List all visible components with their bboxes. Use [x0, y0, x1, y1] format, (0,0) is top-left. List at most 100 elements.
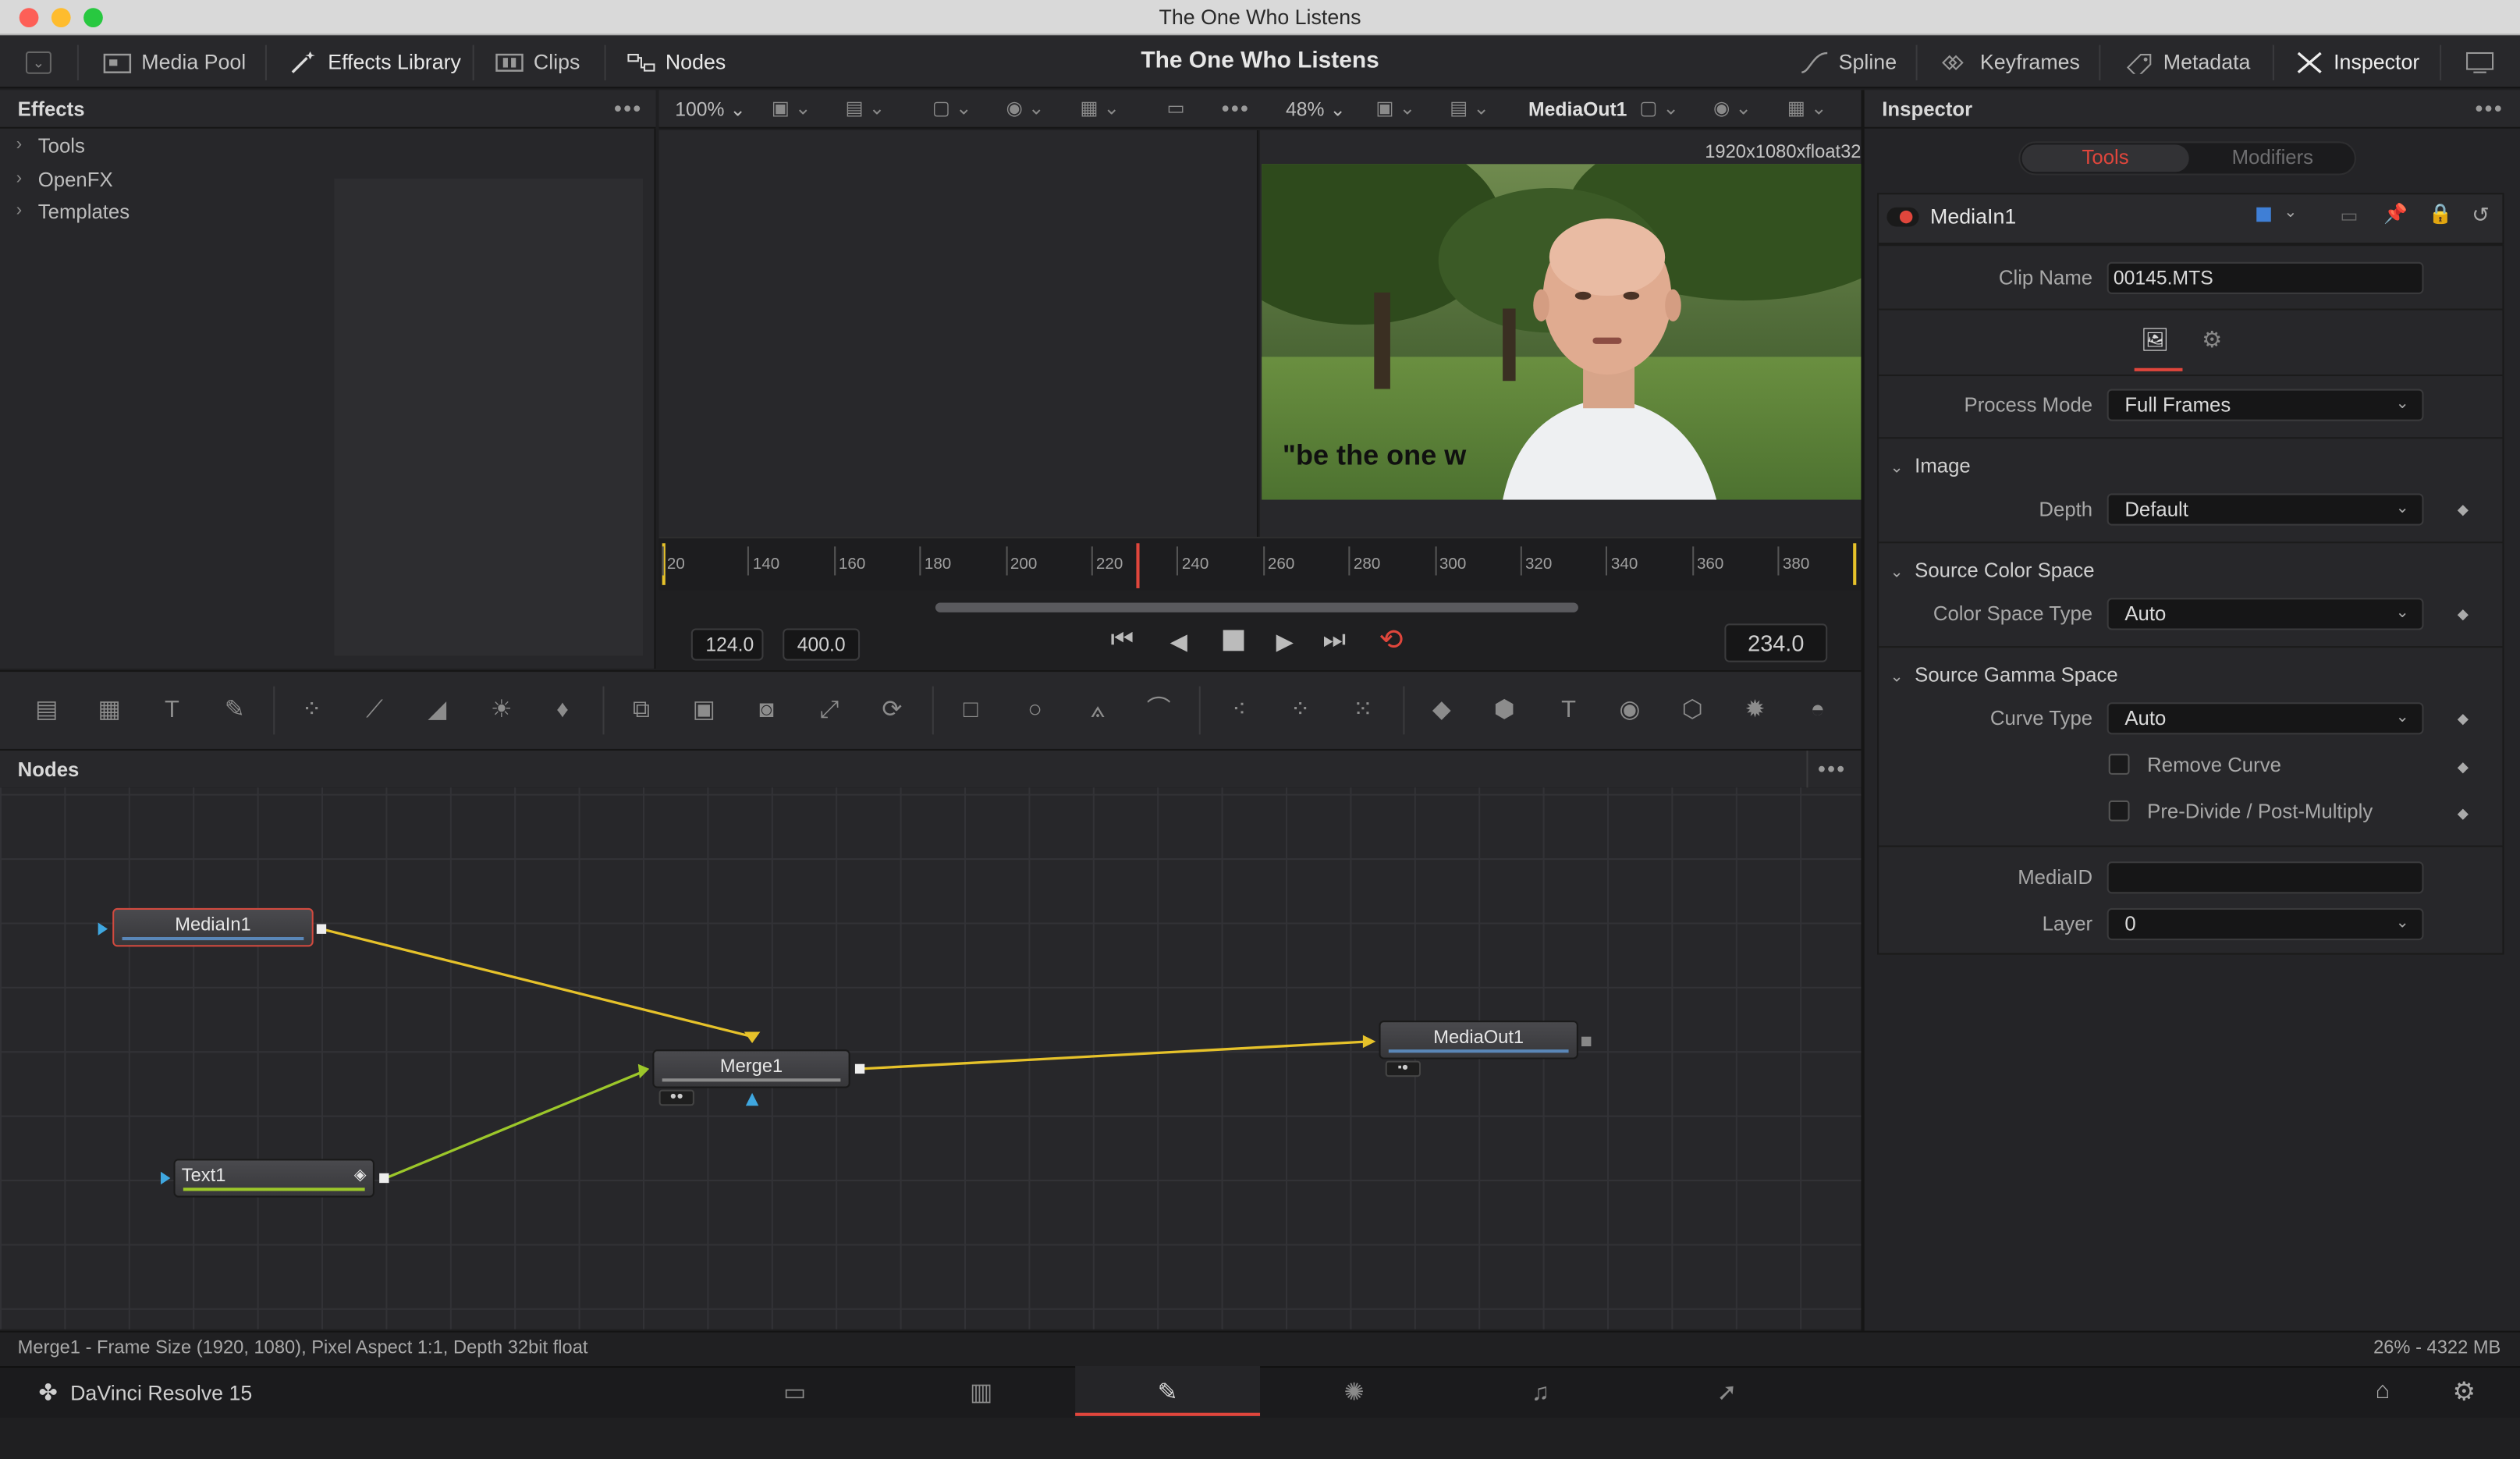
merge3d-tool-icon[interactable]: ⬢ [1487, 693, 1522, 728]
keyframe-button-predivide[interactable]: ◆ [2458, 805, 2469, 823]
step-back-button[interactable]: ◀ [1170, 628, 1187, 655]
keyframe-button-curve-type[interactable]: ◆ [2458, 711, 2469, 729]
range-out-marker[interactable] [1853, 543, 1857, 585]
right-viewer-grid-icon[interactable]: ▦ ⌄ [1787, 97, 1827, 119]
viewer-grid-icon[interactable]: ▦ ⌄ [1080, 97, 1120, 119]
ellipse-mask-icon[interactable]: ○ [1017, 693, 1052, 728]
play-button[interactable]: ▶ [1276, 628, 1294, 655]
paint-tool-icon[interactable]: ✎ [217, 693, 252, 728]
tab-modifiers[interactable]: Modifiers [2191, 144, 2355, 172]
panel-divider[interactable] [1861, 90, 1865, 1331]
inspector-options-button[interactable]: ••• [2475, 95, 2504, 121]
clip-name-field[interactable]: 00145.MTS [2107, 261, 2424, 294]
current-frame-field[interactable]: 234.0 [1724, 623, 1828, 662]
effects-library-button[interactable]: Effects Library [289, 35, 461, 88]
left-viewer-options-button[interactable]: ••• [1222, 95, 1251, 121]
go-to-start-button[interactable]: ⏮ [1110, 627, 1134, 655]
node-color-swatch[interactable] [2256, 207, 2271, 222]
image-section-header[interactable]: ⌄ Image [1890, 455, 1971, 477]
inspector-button[interactable]: Inspector [2295, 35, 2419, 88]
node-mediaout1[interactable]: MediaOut1 [1379, 1021, 1578, 1060]
predivide-checkbox[interactable] [2108, 800, 2130, 822]
mediaid-field[interactable] [2107, 861, 2424, 894]
page-deliver[interactable]: ➚ [1634, 1366, 1819, 1418]
color-space-type-dropdown[interactable]: Auto ⌄ [2107, 598, 2424, 630]
nodes-button[interactable]: Nodes [626, 35, 726, 88]
timeline-scrollbar[interactable] [935, 602, 1578, 612]
loop-button[interactable]: ⟲ [1379, 623, 1403, 657]
right-viewer-roi-icon[interactable]: ▢ ⌄ [1639, 97, 1679, 119]
tree-item-openfx[interactable]: › OpenFX [16, 169, 113, 191]
camera3d-tool-icon[interactable]: ◉ [1612, 693, 1647, 728]
left-viewer[interactable] [658, 130, 1258, 538]
matte-control-tool-icon[interactable]: ◙ [749, 693, 784, 728]
keyframe-button-color-space[interactable]: ◆ [2458, 606, 2469, 624]
reset-icon[interactable]: ↺ [2472, 203, 2489, 229]
tree-item-templates[interactable]: › Templates [16, 201, 130, 224]
color-dropdown-chevron-icon[interactable]: ⌄ [2284, 204, 2297, 222]
tree-item-tools[interactable]: › Tools [16, 135, 85, 158]
layer-dropdown[interactable]: 0 ⌄ [2107, 907, 2424, 941]
page-fusion[interactable]: ✎ [1075, 1366, 1261, 1418]
workspace-dropdown[interactable]: ⌄ [25, 35, 51, 88]
viewer-channels-icon[interactable]: ◉ ⌄ [1006, 97, 1045, 119]
stop-button[interactable] [1223, 630, 1244, 651]
emitter-tool-icon[interactable]: ⁖ [1222, 693, 1257, 728]
image-plane-tool-icon[interactable]: ▦ [91, 693, 126, 728]
blur-tool-icon[interactable]: ♦ [545, 693, 580, 728]
pin-icon[interactable]: 📌 [2383, 203, 2408, 225]
text-output-port[interactable] [379, 1173, 389, 1184]
tab-tools[interactable]: Tools [2021, 144, 2189, 172]
source-gamma-space-header[interactable]: ⌄ Source Gamma Space [1890, 664, 2118, 687]
curve-type-dropdown[interactable]: Auto ⌄ [2107, 702, 2424, 735]
metadata-button[interactable]: Metadata [2124, 35, 2250, 88]
right-viewer-layout-icon[interactable]: ▣ ⌄ [1375, 97, 1415, 119]
node-enable-toggle[interactable] [1886, 207, 1919, 227]
keyframe-button-depth[interactable]: ◆ [2458, 502, 2469, 520]
spotlight-tool-icon[interactable]: ◓ [1800, 693, 1835, 728]
merge-output-port[interactable] [854, 1063, 865, 1074]
settings-tab-icon[interactable]: ⚙ [2202, 326, 2222, 353]
viewer-layout-icon[interactable]: ▣ ⌄ [772, 97, 811, 119]
effects-options-button[interactable]: ••• [614, 95, 643, 121]
settings-button[interactable]: ⚙ [2453, 1376, 2476, 1408]
right-viewer-zoom[interactable]: 48% ⌄ [1286, 98, 1346, 121]
media-pool-button[interactable]: Media Pool [103, 35, 246, 88]
depth-dropdown[interactable]: Default ⌄ [2107, 493, 2424, 526]
light-tool-icon[interactable]: ✹ [1737, 693, 1773, 728]
rectangle-mask-icon[interactable]: □ [953, 693, 988, 728]
text3d-tool-icon[interactable]: T [1551, 693, 1586, 728]
playhead[interactable] [1136, 543, 1140, 588]
particle-tool-icon[interactable]: ⁘ [294, 693, 329, 728]
mediain-output-port[interactable] [316, 924, 327, 934]
node-merge1[interactable]: Merge1 [652, 1049, 850, 1088]
left-viewer-zoom[interactable]: 100% ⌄ [675, 98, 746, 121]
node-mediain1[interactable]: MediaIn1 [112, 907, 314, 947]
right-viewer-channels-icon[interactable]: ◉ ⌄ [1713, 97, 1752, 119]
keyframes-button[interactable]: Keyframes [1941, 35, 2080, 88]
background-tool-icon[interactable]: ▤ [29, 693, 64, 728]
color-curves-tool-icon[interactable]: ⟋ [357, 693, 392, 728]
particle-render-icon[interactable]: ⁘ [1283, 693, 1318, 728]
spline-button[interactable]: Spline [1800, 35, 1897, 88]
color-corrector-tool-icon[interactable]: ☀ [484, 693, 519, 728]
viewer-roi-icon[interactable]: ▢ ⌄ [932, 97, 972, 119]
text-tool-icon[interactable]: T [154, 693, 190, 728]
viewer-lut-icon[interactable]: ▤ ⌄ [846, 97, 886, 119]
lock-icon[interactable]: 🔒 [2429, 203, 2453, 225]
home-button[interactable]: ⌂ [2376, 1377, 2390, 1404]
range-end-field[interactable]: 400.0 [783, 628, 861, 661]
version-icon[interactable]: ▭ [2340, 204, 2358, 227]
resize-tool-icon[interactable]: ⟳ [875, 693, 910, 728]
bspline-mask-icon[interactable]: ⌒ [1141, 693, 1177, 728]
transform-tool-icon[interactable]: ⤢ [811, 693, 847, 728]
process-mode-dropdown[interactable]: Full Frames ⌄ [2107, 389, 2424, 421]
brightness-tool-icon[interactable]: ◢ [420, 693, 455, 728]
polygon-mask-icon[interactable]: ⟑ [1080, 693, 1115, 728]
range-start-field[interactable]: 124.0 [690, 628, 764, 661]
nodes-options-button[interactable]: ••• [1818, 755, 1847, 781]
mediaout-view-indicator[interactable]: ▪● [1385, 1060, 1421, 1077]
keyframe-button-remove-curve[interactable]: ◆ [2458, 758, 2469, 776]
merge-view-indicator[interactable]: ●● [658, 1089, 694, 1106]
page-cut[interactable]: ▥ [889, 1366, 1074, 1418]
